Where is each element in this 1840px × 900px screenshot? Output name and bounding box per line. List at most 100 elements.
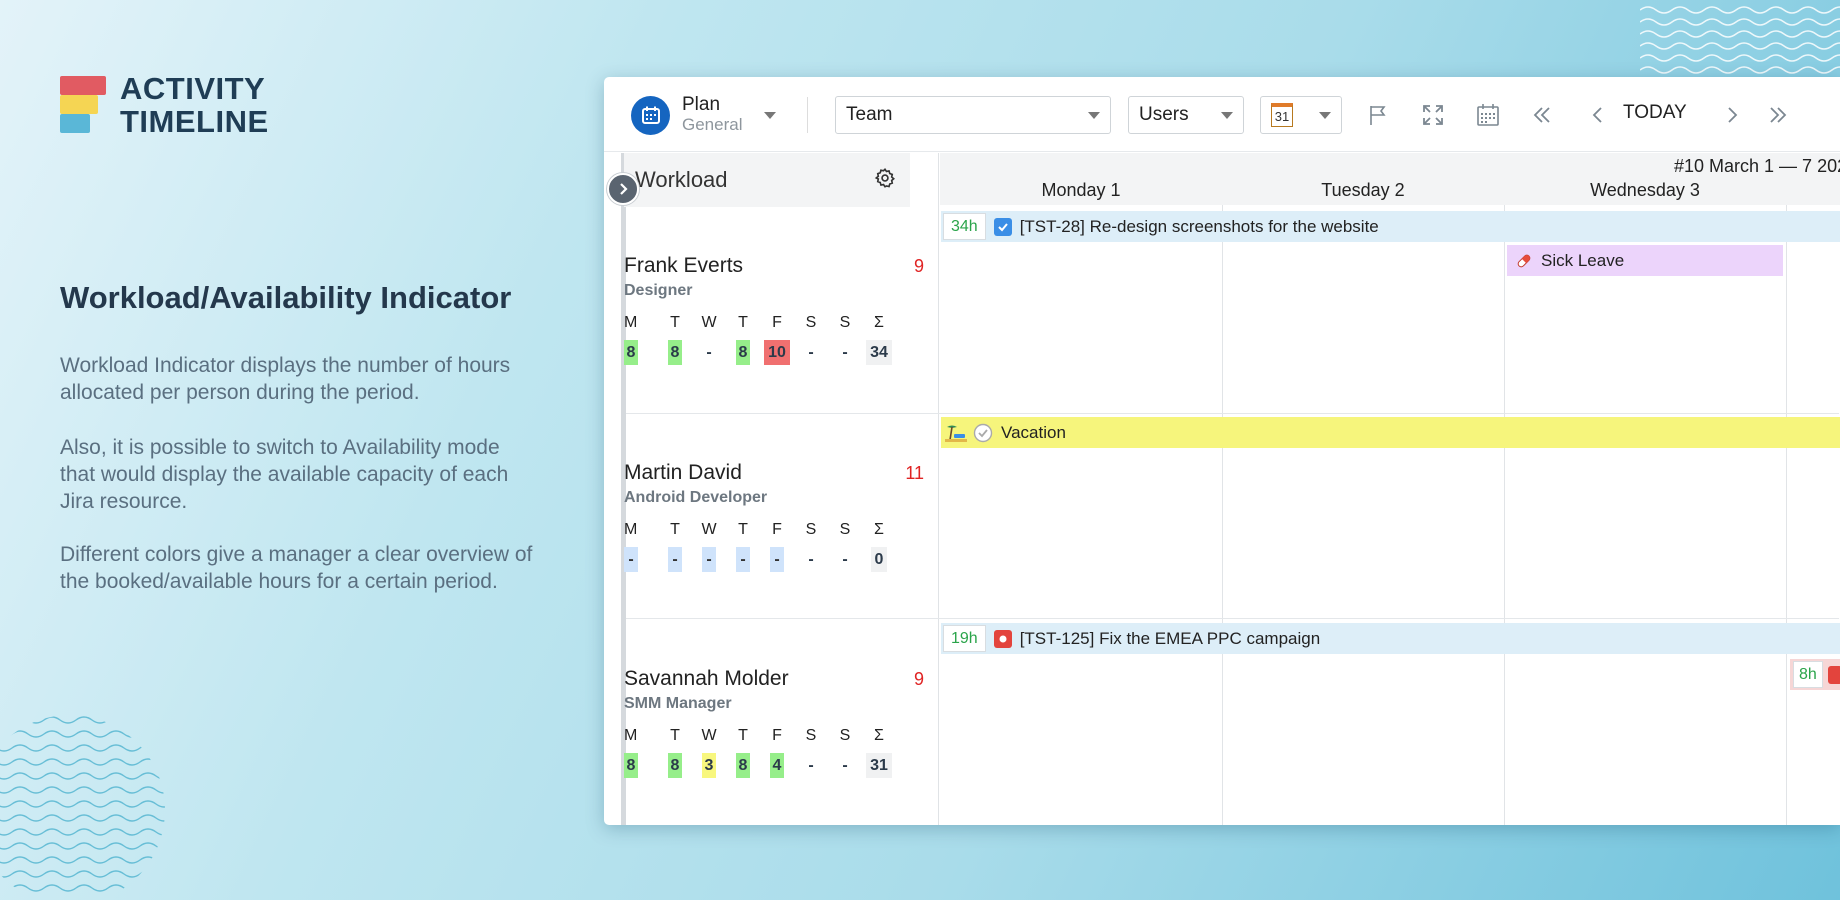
gear-icon[interactable] [874,167,896,194]
flag-icon[interactable] [1366,103,1390,127]
workload-total: 0 [870,547,888,572]
availability-cell: - [668,547,682,572]
team-select-value: Team [846,104,893,125]
vacation-bar[interactable]: Vacation [941,417,1840,448]
double-chevron-right-icon[interactable] [1766,103,1790,127]
plan-selector[interactable]: Plan General [631,94,777,135]
day-header: Σ [874,521,884,538]
double-chevron-left-icon[interactable] [1530,103,1554,127]
week-label: #10 March 1 — 7 2021 [1674,156,1840,176]
row-divider [626,413,1839,414]
feature-paragraph-2: Also, it is possible to switch to Availa… [60,436,509,513]
record-icon [993,629,1012,648]
feature-paragraph-3: Different colors give a manager a clear … [60,543,533,593]
workload-cell: 8 [736,340,750,365]
task-bar-tst-125[interactable]: 19h [TST-125] Fix the EMEA PPC campaign [941,623,1840,654]
person-name: Martin David [624,461,742,484]
feature-paragraph-1: Workload Indicator displays the number o… [60,354,511,404]
users-select-value: Users [1139,104,1189,125]
day-column-divider [1786,205,1787,825]
day-header: W [701,521,717,538]
plan-title: Plan [682,94,721,115]
day-header: S [839,314,851,331]
workload-cell: 8 [668,753,682,778]
workload-values: - - - - - - - 0 [624,547,924,572]
chevron-down-icon [1088,111,1100,119]
day-header: M [624,314,638,331]
workload-cell: - [842,756,848,774]
day-header: M [624,521,638,538]
person-issue-count: 11 [905,463,924,483]
feature-heading: Workload/Availability Indicator [60,280,512,315]
person-row-savannah[interactable]: Savannah Molder SMM Manager 9 M T W T F … [624,667,924,778]
workload-cell: 4 [770,753,784,778]
workload-cell: - [842,550,848,568]
day-header: F [772,727,782,744]
day-column-divider [1504,205,1505,825]
workload-cell: 8 [624,340,638,365]
workload-values: 8 8 - 8 10 - - 34 [624,340,924,365]
chevron-right-icon[interactable] [1720,103,1744,127]
day-header-tuesday: Tuesday 2 [1321,180,1405,200]
logo-line-2: TIMELINE [120,104,269,139]
beach-icon [945,424,967,442]
availability-cell: - [624,547,638,572]
person-issue-count: 9 [913,256,924,276]
team-select[interactable]: Team [835,96,1111,134]
task-bar-tst-28[interactable]: 34h [TST-28] Re-design screenshots for t… [941,211,1840,242]
workload-cell: 10 [764,340,790,365]
workload-cell: 8 [624,753,638,778]
workload-title: Workload [635,167,728,192]
task-hours-badge: 8h [1793,661,1823,688]
day-header: T [738,314,748,331]
day-header: S [805,314,817,331]
logo-text: ACTIVITY TIMELINE [120,72,269,138]
toolbar: Plan General Team Users 31 TODAY [604,77,1840,152]
panel-toggle-button[interactable] [607,173,639,205]
plan-subtitle: General [682,115,743,134]
task-hours-badge: 19h [943,625,986,652]
person-row-martin[interactable]: Martin David Android Developer 11 M T W … [624,461,924,572]
person-row-frank[interactable]: Frank Everts Designer 9 M T W T F S S Σ … [624,254,924,365]
waves-decoration-top-right [1640,6,1840,74]
day-header: S [839,521,851,538]
chevron-left-icon[interactable] [1586,103,1610,127]
today-button[interactable]: TODAY [1623,102,1687,124]
person-role: SMM Manager [624,695,732,712]
logo-line-1: ACTIVITY [120,71,266,106]
day-header: F [772,521,782,538]
day-header: S [839,727,851,744]
toolbar-divider [807,97,808,133]
day-header: T [670,314,680,331]
task-bar-partial[interactable]: 8h [1790,659,1840,690]
person-name: Savannah Molder [624,667,789,690]
day-header: W [701,727,717,744]
calendar-grid-icon[interactable] [1476,103,1500,127]
day-header-wednesday: Wednesday 3 [1590,180,1700,200]
users-select[interactable]: Users [1128,96,1244,134]
calendar-select[interactable]: 31 [1260,96,1342,134]
day-headers: M T W T F S S Σ [624,314,924,332]
workload-total: 31 [866,753,892,778]
chevron-down-icon [1221,111,1233,119]
availability-cell: - [736,547,750,572]
workload-cell: - [808,343,814,361]
panel-divider [938,153,939,825]
vacation-label: Vacation [1001,422,1066,442]
pill-icon [1515,252,1533,270]
task-label: [TST-28] Re-design screenshots for the w… [1019,216,1379,236]
chevron-down-icon [1319,111,1331,119]
record-icon [1827,665,1840,684]
day-header: T [670,521,680,538]
workload-cell: - [706,343,712,361]
workload-total: 34 [866,340,892,365]
workload-values: 8 8 3 8 4 - - 31 [624,753,924,778]
sick-leave-bar[interactable]: Sick Leave [1507,245,1783,276]
day-headers: M T W T F S S Σ [624,727,924,745]
logo-mark-icon [60,72,106,133]
workload-cell: 8 [668,340,682,365]
day-headers: M T W T F S S Σ [624,521,924,539]
day-header: T [738,521,748,538]
fullscreen-icon[interactable] [1421,103,1445,127]
task-label: [TST-125] Fix the EMEA PPC campaign [1019,628,1321,648]
